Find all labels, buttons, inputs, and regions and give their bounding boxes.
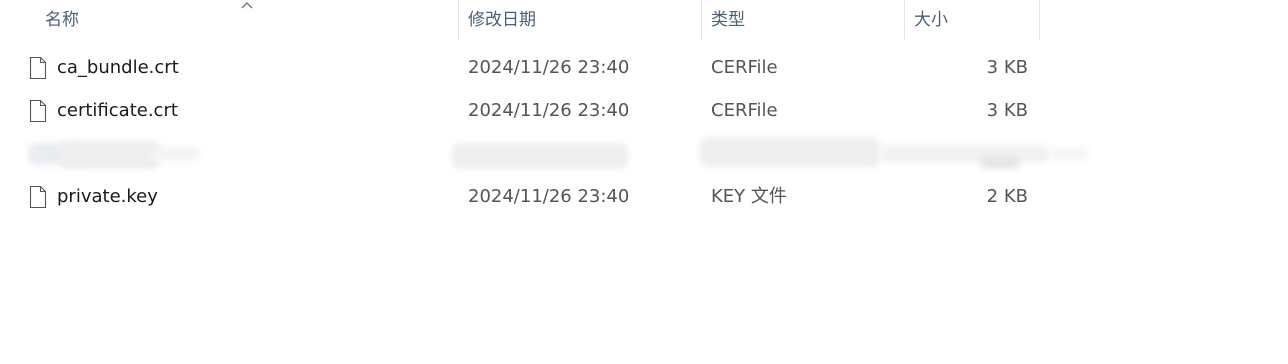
chevron-up-icon[interactable] <box>240 0 254 10</box>
redacted-block <box>60 141 160 169</box>
column-header-size[interactable]: 大小 <box>914 0 948 40</box>
file-size: 2 KB <box>986 186 1028 207</box>
column-divider[interactable] <box>458 0 459 40</box>
redacted-block <box>700 137 880 167</box>
file-icon <box>29 185 47 209</box>
redacted-block <box>452 143 628 169</box>
file-modified-date: 2024/11/26 23:40 <box>468 57 630 78</box>
column-header-date[interactable]: 修改日期 <box>468 0 536 40</box>
file-explorer-list: 名称 修改日期 类型 大小 ca_bundle.crt 2024/11/26 2… <box>0 0 1288 364</box>
redacted-block <box>1050 147 1090 161</box>
redacted-file-row[interactable] <box>20 135 1100 175</box>
file-modified-date: 2024/11/26 23:40 <box>468 186 630 207</box>
file-type: CERFile <box>711 100 778 121</box>
file-row[interactable]: certificate.crt 2024/11/26 23:40 CERFile… <box>20 91 1050 131</box>
file-type: CERFile <box>711 57 778 78</box>
file-modified-date: 2024/11/26 23:40 <box>468 100 630 121</box>
redacted-block <box>880 145 1050 163</box>
file-name: private.key <box>57 186 158 207</box>
column-divider[interactable] <box>1039 0 1040 40</box>
column-header-row: 名称 修改日期 类型 大小 <box>0 0 1288 40</box>
file-size: 3 KB <box>986 100 1028 121</box>
column-header-name[interactable]: 名称 <box>45 0 79 40</box>
file-row[interactable]: ca_bundle.crt 2024/11/26 23:40 CERFile 3… <box>20 48 1050 88</box>
file-icon <box>29 56 47 80</box>
redacted-block <box>980 155 1020 169</box>
column-divider[interactable] <box>904 0 905 40</box>
file-name: certificate.crt <box>57 100 178 121</box>
column-divider[interactable] <box>701 0 702 40</box>
file-type: KEY 文件 <box>711 186 787 207</box>
redacted-block <box>150 147 200 161</box>
column-header-type[interactable]: 类型 <box>711 0 745 40</box>
file-icon <box>29 99 47 123</box>
file-row[interactable]: private.key 2024/11/26 23:40 KEY 文件 2 KB <box>20 177 1050 217</box>
file-size: 3 KB <box>986 57 1028 78</box>
file-name: ca_bundle.crt <box>57 57 179 78</box>
